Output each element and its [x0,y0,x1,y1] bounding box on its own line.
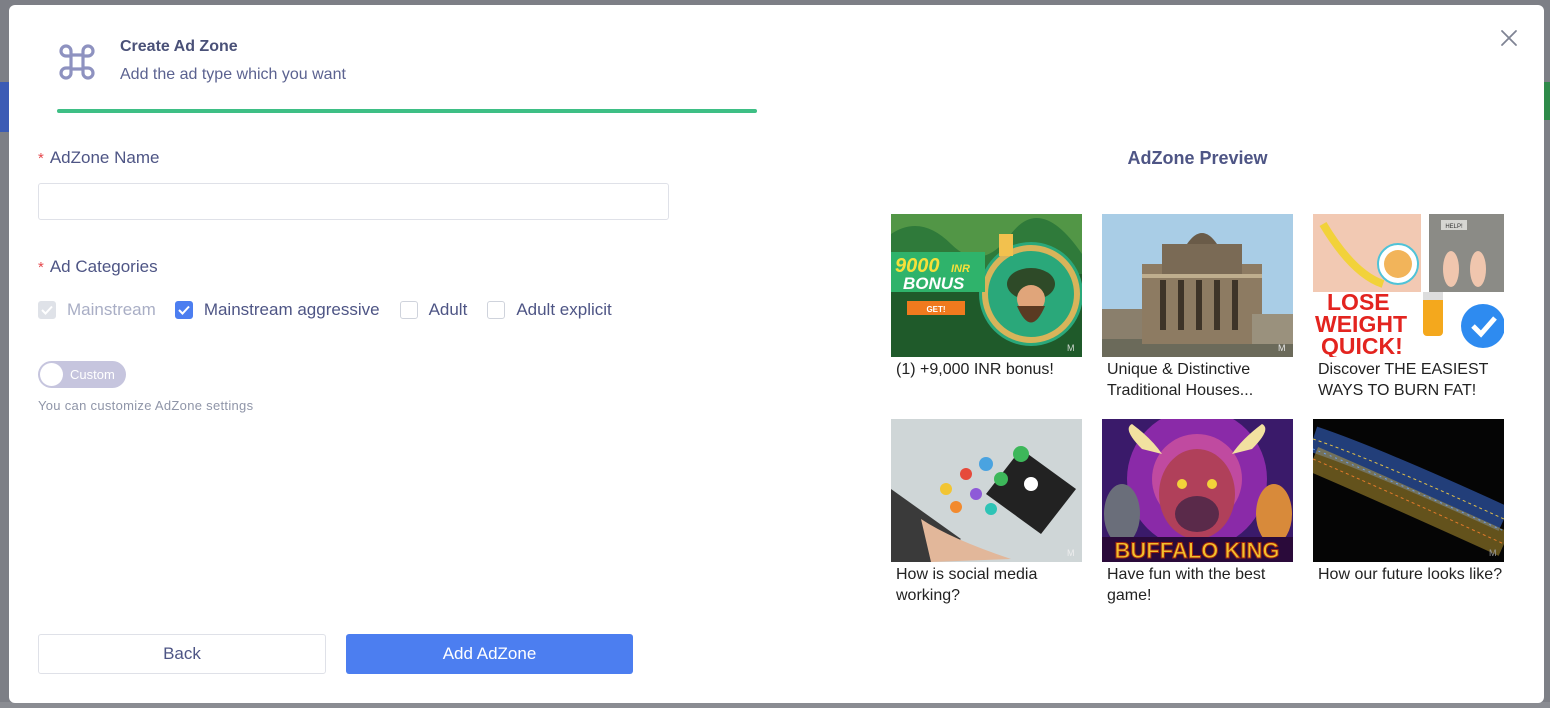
progress-bar [57,109,757,113]
add-adzone-button[interactable]: Add AdZone [346,634,633,674]
bonus-word-text: BONUS [903,274,965,293]
buffalo-game-image: BUFFALO KING [1102,419,1293,562]
ad-card[interactable]: M How is social media working? [891,419,1082,606]
command-icon [57,41,97,83]
adzone-name-input[interactable] [38,183,669,220]
create-adzone-modal: Create Ad Zone Add the ad type which you… [9,5,1544,703]
adzone-name-label-text: AdZone Name [49,148,160,167]
checkbox[interactable] [38,301,56,319]
bonus-cta-text: GET! [926,305,945,314]
progress-fill [57,109,757,113]
game-title-text: BUFFALO KING [1115,538,1280,562]
ad-badge: M [1278,343,1286,353]
adzone-name-label: * AdZone Name [38,148,159,168]
ad-card[interactable]: BUFFALO KING Have fun with the best game… [1102,419,1293,606]
category-mainstream[interactable]: Mainstream [38,300,156,320]
ad-card[interactable]: 9000 INR BONUS GET! M (1) +9,000 INR bon… [891,214,1082,380]
ad-badge: M [1067,548,1075,558]
toggle-label: Custom [70,367,115,382]
category-label: Adult [428,300,468,319]
modal-title: Create Ad Zone [120,38,238,55]
modal-subtitle: Add the ad type which you want [120,66,346,83]
ad-card[interactable]: M Unique & Distinctive Traditional House… [1102,214,1293,401]
checkbox[interactable] [399,301,418,319]
ad-caption: Unique & Distinctive Traditional Houses.… [1107,361,1254,399]
ad-caption: (1) +9,000 INR bonus! [896,361,1054,378]
custom-hint: You can customize AdZone settings [38,398,254,413]
checkbox[interactable] [487,301,506,319]
traditional-house-image: M [1102,214,1293,357]
required-mark: * [38,259,44,276]
ad-caption: How our future looks like? [1318,566,1503,583]
custom-toggle[interactable]: Custom [38,361,126,388]
ad-badge: M [1489,548,1497,558]
nanotube-image: M [1313,419,1504,562]
ad-caption: Have fun with the best game! [1107,566,1266,604]
checkbox[interactable] [174,301,193,319]
ad-badge: M [1067,343,1075,353]
ad-categories-label-text: Ad Categories [49,257,158,276]
adzone-preview-title: AdZone Preview [1127,148,1268,168]
social-media-phone-image: M [891,419,1082,562]
headline-3-text: QUICK! [1321,333,1403,357]
ad-card[interactable]: M How our future looks like? [1313,419,1504,585]
category-label: Adult explicit [516,300,612,319]
back-button[interactable]: Back [38,634,326,674]
category-adult-explicit[interactable]: Adult explicit [487,300,612,320]
close-button[interactable] [1498,27,1520,49]
category-label: Mainstream [67,300,156,319]
ad-card[interactable]: HELP! LOSE WEIGHT QUICK! Discover THE EA… [1313,214,1504,401]
weight-loss-image: HELP! LOSE WEIGHT QUICK! [1313,214,1504,357]
required-mark: * [38,150,44,167]
category-mainstream-aggressive[interactable]: Mainstream aggressive [174,300,380,320]
ad-categories-group: Mainstream Mainstream aggressive Adult A… [38,300,632,320]
ad-categories-label: * Ad Categories [38,257,158,277]
scale-sign-text: HELP! [1445,224,1463,230]
toggle-knob [40,363,63,386]
category-label: Mainstream aggressive [203,300,380,319]
close-icon [1501,30,1517,46]
ad-caption: Discover THE EASIEST WAYS TO BURN FAT! [1318,361,1489,399]
category-adult[interactable]: Adult [399,300,468,320]
casino-bonus-image: 9000 INR BONUS GET! M [891,214,1082,357]
ad-caption: How is social media working? [896,566,1038,604]
